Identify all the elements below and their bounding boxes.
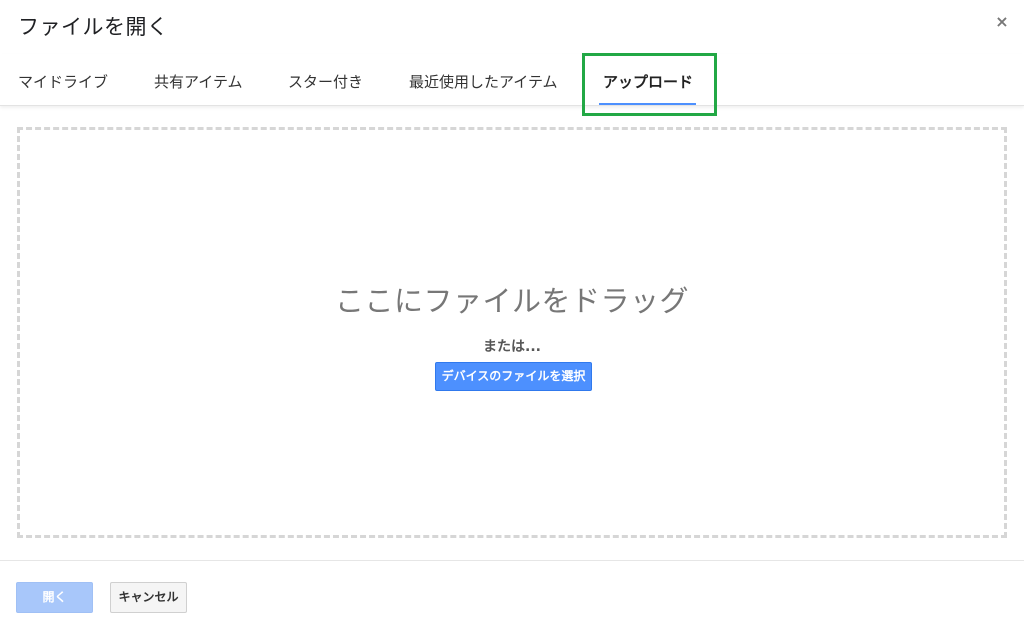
active-tab-indicator bbox=[599, 103, 696, 105]
or-label: または... bbox=[483, 339, 541, 355]
footer-divider bbox=[0, 560, 1024, 561]
close-icon[interactable]: × bbox=[992, 12, 1012, 32]
tab-my-drive[interactable]: マイドライブ bbox=[18, 71, 108, 92]
open-file-dialog: ファイルを開く × マイドライブ 共有アイテム スター付き 最近使用したアイテム… bbox=[0, 0, 1024, 624]
tab-bar: マイドライブ 共有アイテム スター付き 最近使用したアイテム アップロード bbox=[0, 54, 1024, 106]
tab-recent[interactable]: 最近使用したアイテム bbox=[409, 71, 558, 92]
tab-upload[interactable]: アップロード bbox=[603, 71, 693, 92]
dialog-title: ファイルを開く bbox=[18, 15, 169, 39]
tab-starred[interactable]: スター付き bbox=[288, 71, 363, 92]
open-button[interactable]: 開く bbox=[16, 582, 93, 613]
drag-instruction: ここにファイルをドラッグ bbox=[334, 284, 689, 318]
select-device-file-button[interactable]: デバイスのファイルを選択 bbox=[435, 362, 592, 391]
upload-dropzone[interactable]: ここにファイルをドラッグ または... デバイスのファイルを選択 bbox=[17, 127, 1007, 538]
cancel-button[interactable]: キャンセル bbox=[110, 582, 187, 613]
tab-shared[interactable]: 共有アイテム bbox=[154, 71, 243, 92]
